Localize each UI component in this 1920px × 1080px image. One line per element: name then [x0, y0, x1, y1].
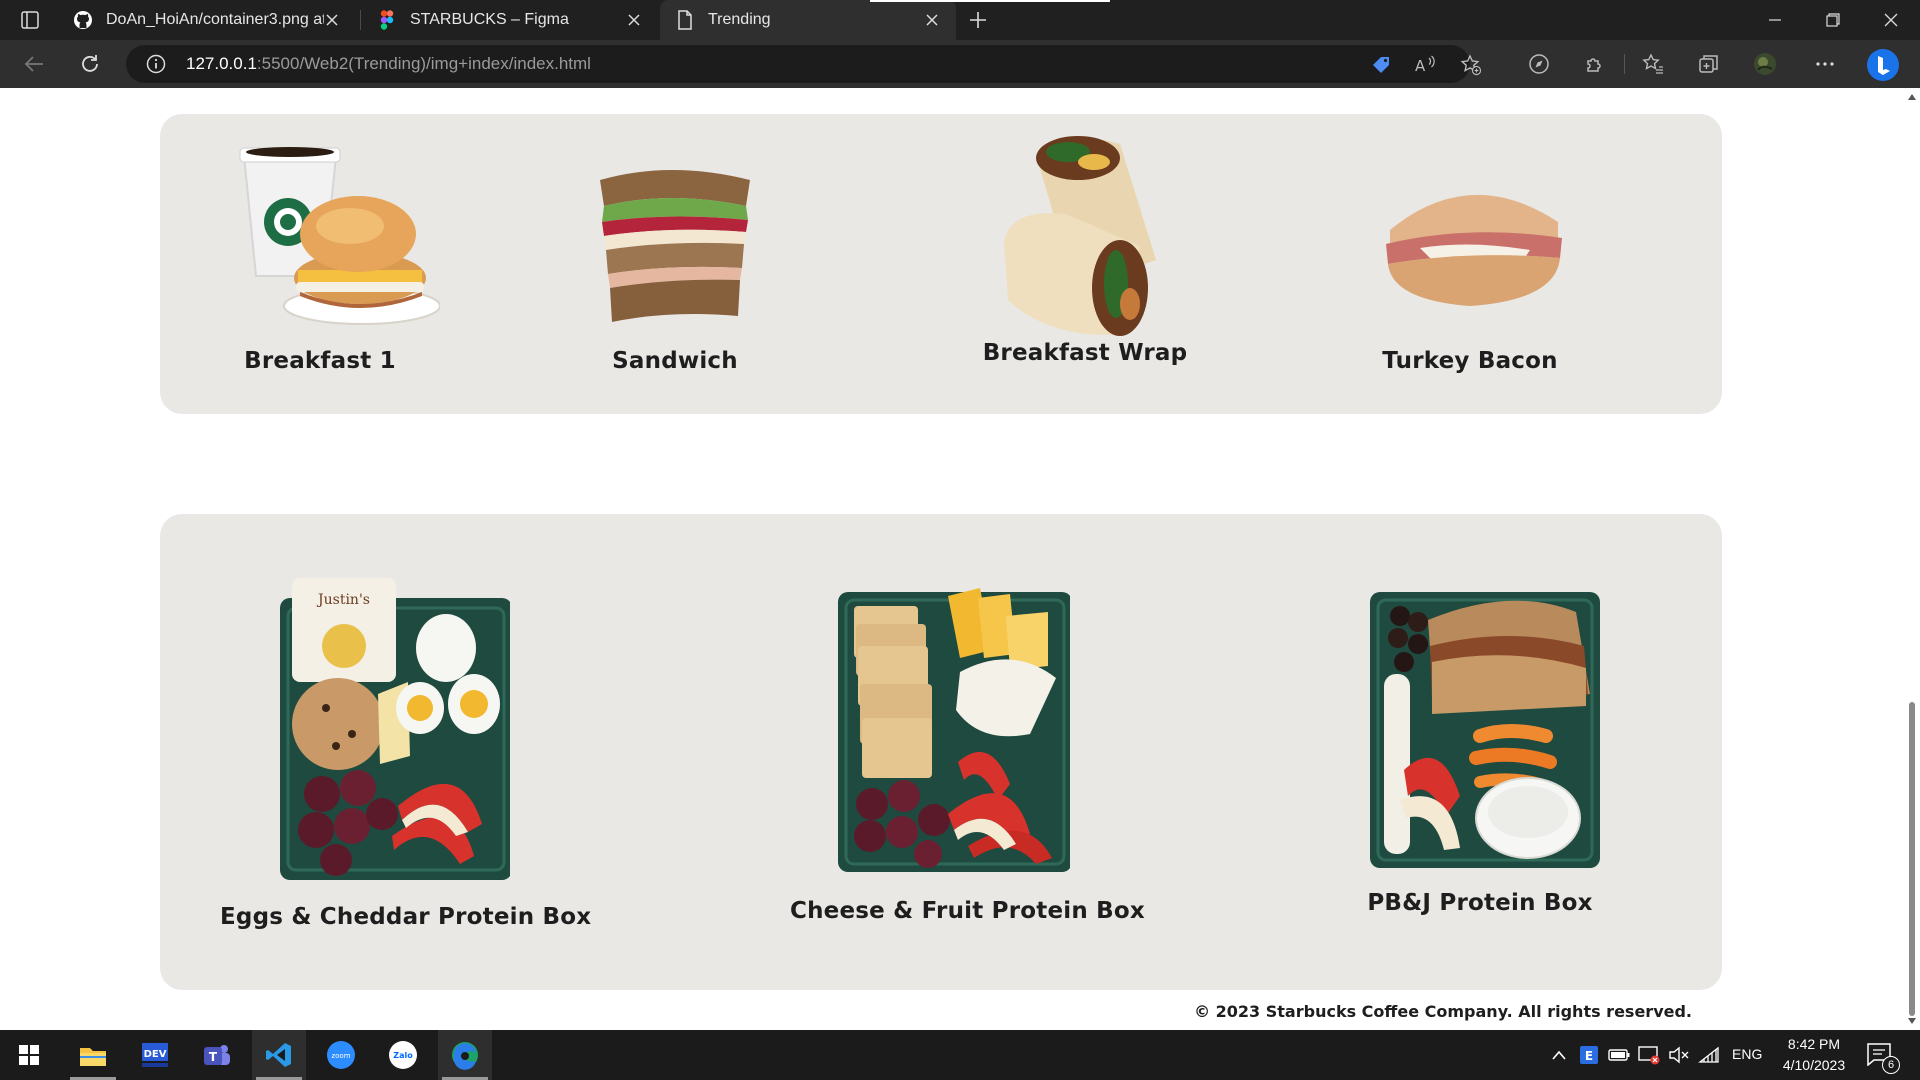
tab-loading-indicator	[870, 0, 1110, 2]
food-item-name: Sandwich	[612, 348, 738, 374]
coffee-cup-and-sandwich-icon	[239, 147, 440, 325]
food-item-name: Eggs & Cheddar Protein Box	[220, 904, 592, 930]
food-item-eggs-cheddar-box[interactable]: Justin's Eggs & Cheddar Protein Box	[220, 574, 592, 930]
scroll-up-arrow-icon[interactable]	[1908, 94, 1916, 100]
new-tab-icon[interactable]	[964, 6, 992, 34]
food-item-name: Cheese & Fruit Protein Box	[790, 898, 1145, 924]
url-path: :5500/Web2(Trending)/img+index/index.htm…	[256, 54, 591, 73]
file-explorer-icon[interactable]	[66, 1030, 120, 1080]
minimize-icon[interactable]	[1746, 0, 1804, 40]
tab-title: Trending	[708, 11, 771, 28]
zalo-icon[interactable]: Zalo	[376, 1030, 430, 1080]
scroll-down-arrow-icon[interactable]	[1908, 1018, 1916, 1024]
battery-icon[interactable]	[1608, 1044, 1630, 1066]
close-icon[interactable]	[322, 10, 342, 30]
network-warning-icon[interactable]	[1638, 1044, 1660, 1066]
tab-title: DoAn_HoiAn/container3.png at m	[106, 11, 324, 28]
protein-box-icon: Justin's	[280, 578, 510, 880]
browser-toolbar: 127.0.0.1:5500/Web2(Trending)/img+index/…	[0, 40, 1920, 88]
food-card-row-1: Breakfast 1 Sandwich Breakfast Wrap Turk…	[160, 114, 1722, 414]
compass-icon[interactable]	[1526, 52, 1552, 76]
notification-count-badge: 6	[1882, 1056, 1900, 1074]
toolbar-separator	[1624, 54, 1625, 74]
figma-icon	[376, 9, 398, 31]
url-host: 127.0.0.1	[186, 54, 257, 73]
close-icon[interactable]	[922, 10, 942, 30]
browser-tab-bar: DoAn_HoiAn/container3.png at m STARBUCKS…	[0, 0, 1920, 40]
extensions-icon[interactable]	[1582, 52, 1608, 76]
vscode-icon[interactable]	[252, 1030, 306, 1080]
tab-separator	[360, 10, 361, 30]
show-hidden-icons-chevron-icon[interactable]	[1548, 1044, 1570, 1066]
tab-figma[interactable]: STARBUCKS – Figma	[362, 0, 658, 40]
tab-github[interactable]: DoAn_HoiAn/container3.png at m	[58, 0, 356, 40]
svg-text:Zalo: Zalo	[393, 1051, 413, 1060]
teams-icon[interactable]: T	[190, 1030, 244, 1080]
bing-chat-icon[interactable]	[1866, 48, 1900, 82]
svg-text:Justin's: Justin's	[316, 592, 370, 608]
window-close-icon[interactable]	[1862, 0, 1920, 40]
tab-trending[interactable]: Trending	[660, 0, 956, 40]
food-item-name: Breakfast Wrap	[982, 340, 1188, 366]
tab-title: STARBUCKS – Figma	[410, 11, 569, 28]
sandwich-icon	[600, 170, 750, 322]
volume-muted-icon[interactable]	[1668, 1044, 1690, 1066]
food-item-breakfast-wrap[interactable]: Breakfast Wrap	[970, 128, 1200, 366]
profile-avatar[interactable]	[1752, 52, 1778, 76]
coupon-tag-icon[interactable]	[1370, 54, 1392, 76]
dev-community-icon[interactable]: DEV	[128, 1030, 182, 1080]
close-icon[interactable]	[624, 10, 644, 30]
svg-text:E: E	[1585, 1049, 1593, 1063]
read-aloud-icon[interactable]: A	[1414, 54, 1436, 76]
more-options-icon[interactable]	[1812, 52, 1838, 76]
food-item-cheese-fruit-box[interactable]: Cheese & Fruit Protein Box	[790, 584, 1145, 924]
windows-taskbar: DEV T zoom Zalo E ENG 8:42 PM 4/10/2023	[0, 1030, 1920, 1080]
restore-icon[interactable]	[1804, 0, 1862, 40]
refresh-icon[interactable]	[72, 48, 108, 80]
page-scrollbar[interactable]	[1904, 88, 1920, 1030]
page-viewport: Breakfast 1 Sandwich Breakfast Wrap Turk…	[0, 88, 1904, 1030]
windows-start-icon[interactable]	[2, 1030, 56, 1080]
github-icon	[72, 9, 94, 31]
page-icon	[674, 9, 696, 31]
food-item-name: Turkey Bacon	[1382, 348, 1558, 374]
food-item-turkey-bacon[interactable]: Turkey Bacon	[1360, 140, 1580, 374]
add-favorite-icon[interactable]	[1460, 54, 1482, 76]
svg-text:A: A	[1415, 57, 1426, 75]
tray-app-icon[interactable]: E	[1578, 1044, 1600, 1066]
food-item-breakfast-1[interactable]: Breakfast 1	[200, 140, 440, 374]
protein-box-icon	[838, 588, 1070, 872]
wifi-icon[interactable]	[1698, 1044, 1720, 1066]
food-card-row-2: Justin's Eggs & Cheddar Protein Box Chee…	[160, 514, 1722, 990]
clock-time: 8:42 PM	[1787, 1036, 1841, 1052]
copyright-footer: © 2023 Starbucks Coffee Company. All rig…	[1194, 1002, 1692, 1021]
wrap-icon	[1004, 136, 1156, 336]
food-item-sandwich[interactable]: Sandwich	[570, 140, 780, 374]
food-item-pbj-box[interactable]: PB&J Protein Box	[1330, 586, 1630, 916]
edge-icon[interactable]	[438, 1030, 492, 1080]
food-item-name: Breakfast 1	[244, 348, 396, 374]
collections-icon[interactable]	[1696, 52, 1722, 76]
svg-text:DEV: DEV	[144, 1049, 167, 1060]
scrollbar-thumb[interactable]	[1909, 702, 1915, 1016]
back-arrow-icon[interactable]	[16, 48, 52, 80]
address-bar[interactable]: 127.0.0.1:5500/Web2(Trending)/img+index/…	[126, 45, 1482, 83]
input-language[interactable]: ENG	[1732, 1046, 1762, 1062]
svg-text:zoom: zoom	[331, 1052, 350, 1060]
bacon-sandwich-icon	[1386, 194, 1562, 306]
food-item-name: PB&J Protein Box	[1367, 890, 1593, 916]
tab-actions-icon[interactable]	[12, 6, 48, 34]
protein-box-icon	[1370, 592, 1600, 868]
svg-text:T: T	[209, 1050, 218, 1064]
taskbar-clock[interactable]: 8:42 PM 4/10/2023	[1770, 1034, 1858, 1076]
zoom-icon[interactable]: zoom	[314, 1030, 368, 1080]
url-text[interactable]: 127.0.0.1:5500/Web2(Trending)/img+index/…	[186, 54, 591, 74]
clock-date: 4/10/2023	[1782, 1057, 1846, 1073]
site-info-icon[interactable]	[146, 54, 166, 74]
favorites-icon[interactable]	[1640, 52, 1666, 76]
